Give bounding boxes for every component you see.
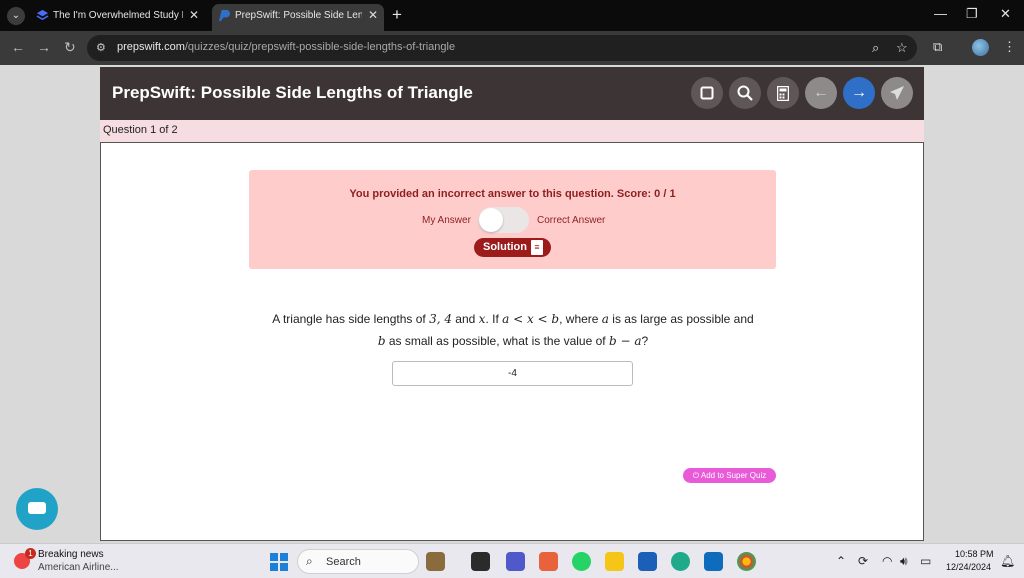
extensions-icon[interactable]: ⧉ (933, 39, 942, 55)
file-explorer-icon[interactable] (605, 552, 624, 571)
close-icon[interactable]: ✕ (189, 4, 199, 27)
math-inequality: a < x < b (502, 312, 560, 326)
search-icon: ⌕ (306, 554, 313, 568)
profile-avatar[interactable] (972, 39, 989, 56)
toggle-knob (479, 208, 503, 232)
copilot-icon[interactable] (539, 552, 558, 571)
chat-widget-button[interactable] (16, 488, 58, 530)
search-button[interactable] (729, 77, 761, 109)
my-answer-label: My Answer (422, 215, 471, 226)
news-subtitle[interactable]: American Airline... (38, 562, 119, 573)
submit-button[interactable] (881, 77, 913, 109)
news-badge: 1 (25, 548, 36, 559)
reload-icon[interactable]: ↻ (64, 39, 76, 56)
calculator-button[interactable] (767, 77, 799, 109)
url-text: prepswift.com/quizzes/quiz/prepswift-pos… (117, 41, 456, 53)
solution-label: Solution (483, 241, 527, 253)
edge-icon[interactable] (671, 552, 690, 571)
clock-time[interactable]: 10:58 PM (955, 549, 994, 559)
super-quiz-label: Add to Super Quiz (700, 471, 767, 480)
math-expression: b − a (608, 334, 642, 348)
feedback-alert: You provided an incorrect answer to this… (249, 170, 776, 269)
prepswift-p-icon (218, 9, 231, 22)
back-icon[interactable]: ← (11, 39, 25, 55)
browser-toolbar: ← → ↻ ⚙ prepswift.com/quizzes/quiz/preps… (0, 31, 1024, 65)
restore-icon[interactable]: ❐ (966, 6, 978, 22)
minimize-icon[interactable]: — (934, 6, 947, 21)
windows-start-icon[interactable] (270, 553, 288, 571)
math-b: b (377, 334, 386, 348)
square-button[interactable] (691, 77, 723, 109)
close-icon[interactable]: ✕ (368, 4, 378, 27)
tab-title: PrepSwift: Possible Side Length (235, 10, 362, 21)
zoom-icon[interactable]: ⌕ (872, 40, 879, 56)
correct-answer-label: Correct Answer (537, 215, 606, 226)
quiz-header: PrepSwift: Possible Side Lengths of Tria… (100, 67, 924, 120)
windows-taskbar: 1 Breaking news American Airline... ⌕ Se… (0, 543, 1024, 578)
question-text: A triangle has side lengths of 3, 4 and … (272, 312, 754, 348)
site-settings-icon[interactable]: ⚙ (96, 41, 106, 54)
browser-tab-strip: ⌄ The I'm Overwhelmed Study Pla ✕ PrepSw… (0, 0, 1024, 31)
clock-date[interactable]: 12/24/2024 (946, 562, 991, 572)
search-icon (737, 85, 753, 101)
feedback-message: You provided an incorrect answer to this… (349, 188, 676, 200)
layers-icon (36, 9, 49, 21)
new-tab-icon[interactable]: + (392, 5, 402, 25)
battery-icon[interactable]: ▭ (920, 554, 931, 568)
tab-prepswift[interactable]: PrepSwift: Possible Side Length ✕ (212, 4, 384, 31)
tab-title: The I'm Overwhelmed Study Pla (53, 10, 183, 21)
store-icon[interactable] (638, 552, 657, 571)
tray-chevron-up-icon[interactable]: ⌃ (836, 554, 846, 568)
whatsapp-icon[interactable] (572, 552, 591, 571)
notification-bell-icon[interactable]: 🔔︎ (1000, 554, 1015, 568)
tab-study-plan[interactable]: The I'm Overwhelmed Study Pla ✕ (30, 4, 205, 31)
next-button[interactable]: → (843, 77, 875, 109)
math-sides: 3, 4 (429, 312, 452, 326)
document-icon: ≡ (531, 240, 543, 255)
outlook-icon[interactable] (704, 552, 723, 571)
arrow-right-icon: → (851, 84, 867, 101)
math-a: a (601, 312, 609, 326)
add-to-super-quiz-button[interactable]: ⏻ Add to Super Quiz (683, 468, 776, 483)
menu-kebab-icon[interactable]: ⋮ (1003, 39, 1016, 55)
teams-icon[interactable] (506, 552, 525, 571)
question-counter-bar: Question 1 of 2 (100, 120, 924, 142)
solution-button[interactable]: Solution ≡ (474, 238, 551, 257)
village-widget-icon[interactable] (426, 552, 445, 571)
news-title[interactable]: Breaking news (38, 549, 104, 560)
bookmark-star-icon[interactable]: ☆ (896, 40, 908, 56)
chrome-icon[interactable] (737, 552, 756, 571)
search-label: Search (326, 556, 361, 568)
send-icon (890, 86, 904, 100)
taskbar-search[interactable]: ⌕ Search (297, 549, 419, 574)
tab-search-chevron-icon[interactable]: ⌄ (7, 7, 25, 25)
network-status-icon[interactable]: ⟳ (858, 554, 868, 568)
task-view-icon[interactable] (471, 552, 490, 571)
answer-input[interactable]: -4 (392, 361, 633, 386)
question-counter: Question 1 of 2 (103, 124, 178, 136)
volume-icon[interactable]: 🔊︎ (900, 554, 908, 569)
previous-button[interactable]: ← (805, 77, 837, 109)
quiz-content: You provided an incorrect answer to this… (100, 142, 924, 541)
forward-icon[interactable]: → (37, 39, 51, 55)
address-bar[interactable]: ⚙ prepswift.com/quizzes/quiz/prepswift-p… (87, 35, 917, 61)
answer-toggle[interactable] (478, 207, 529, 233)
arrow-left-icon: ← (813, 84, 829, 101)
page-title: PrepSwift: Possible Side Lengths of Tria… (112, 83, 473, 102)
page-viewport: PrepSwift: Possible Side Lengths of Tria… (0, 65, 1024, 543)
super-quiz-icon: ⏻ (692, 471, 700, 480)
chat-bubble-icon (28, 502, 46, 514)
window-close-icon[interactable]: ✕ (1000, 6, 1011, 22)
square-icon (700, 86, 714, 100)
calculator-icon (776, 85, 790, 102)
wifi-icon[interactable]: ◠ (882, 554, 892, 568)
